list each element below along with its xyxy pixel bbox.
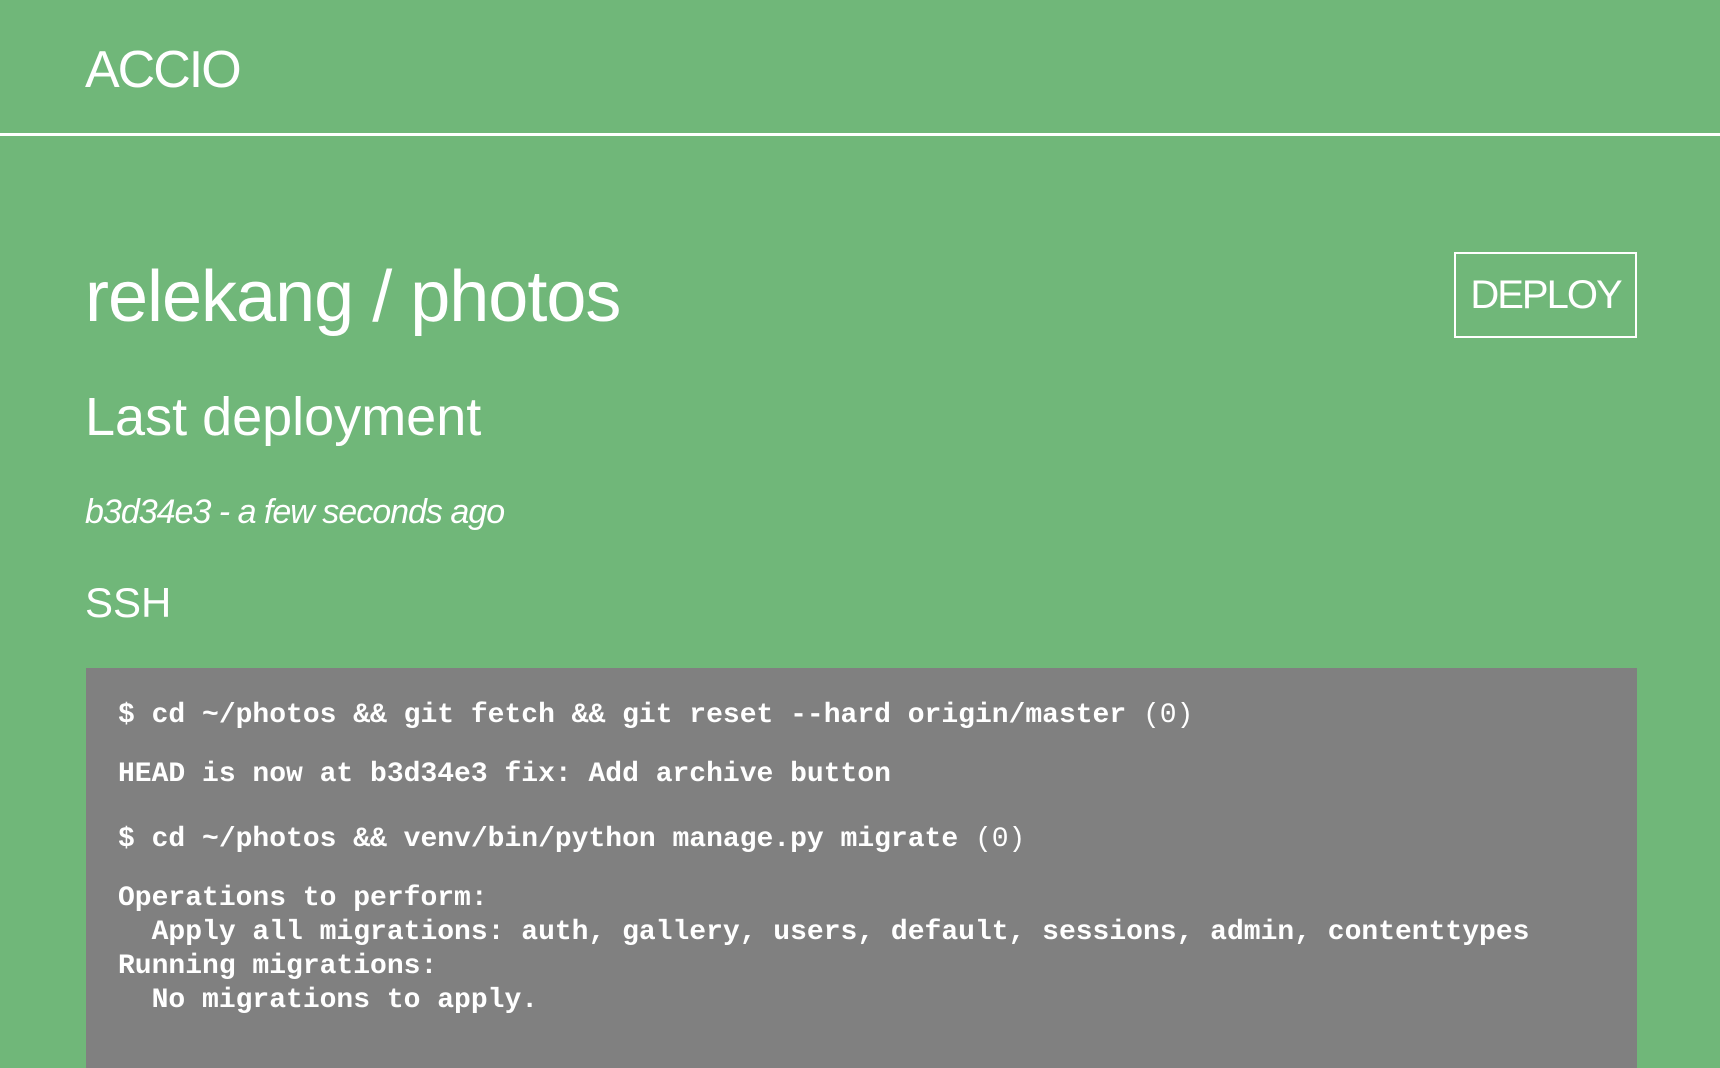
exit-code: (0) [1142,700,1194,731]
command-text: $ cd ~/photos && git fetch && git reset … [118,700,1127,731]
brand-logo[interactable]: ACCIO [85,40,242,100]
commit-meta: b3d34e3 - a few seconds ago [85,493,505,531]
command-text: $ cd ~/photos && venv/bin/python manage.… [118,824,959,855]
top-bar: ACCIO [0,0,1720,136]
command-line: $ cd ~/photos && git fetch && git reset … [118,698,1605,734]
command-output: HEAD is now at b3d34e3 fix: Add archive … [118,759,891,790]
terminal-output: $ cd ~/photos && git fetch && git reset … [86,668,1637,1068]
command-line: $ cd ~/photos && venv/bin/python manage.… [118,822,1605,858]
page-title: relekang / photos [85,257,621,337]
ssh-heading: SSH [85,579,172,626]
last-deployment-heading: Last deployment [85,387,482,447]
deploy-button[interactable]: DEPLOY [1454,252,1637,338]
terminal-step-1: $ cd ~/photos && git fetch && git reset … [118,698,1605,792]
exit-code: (0) [974,824,1026,855]
command-output: Operations to perform: Apply all migrati… [118,883,1530,1016]
terminal-step-2: $ cd ~/photos && venv/bin/python manage.… [118,822,1605,1018]
